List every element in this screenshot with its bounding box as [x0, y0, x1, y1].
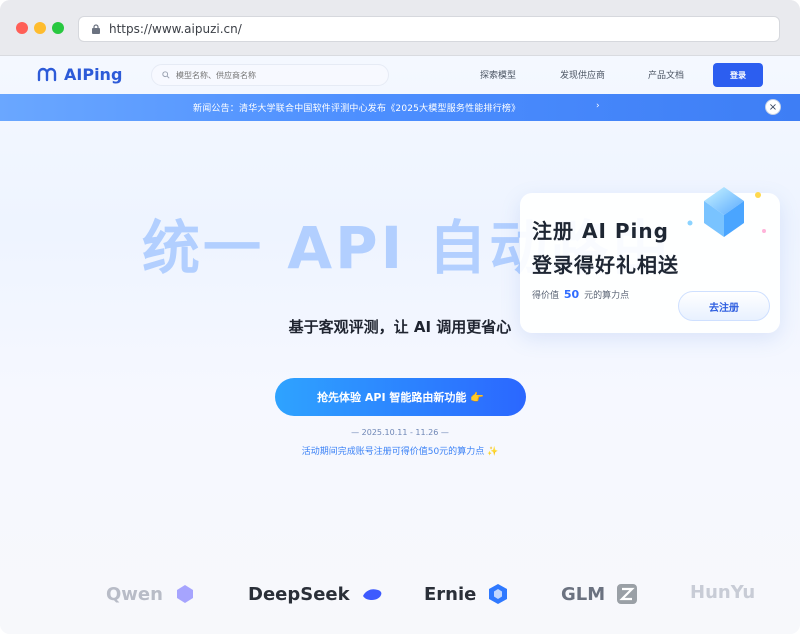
close-icon[interactable]: ×	[765, 99, 781, 115]
top-nav: AIPing 探索模型 发现供应商 产品文档 登录	[0, 56, 800, 94]
chevron-right-icon[interactable]: ›	[596, 101, 600, 111]
announcement-banner[interactable]: 新闻公告：清华大学联合中国软件评测中心发布《2025大模型服务性能排行榜》 › …	[0, 94, 800, 121]
try-api-routing-button[interactable]: 抢先体验 API 智能路由新功能 👉	[275, 378, 526, 416]
popup-note-prefix: 得价值	[532, 291, 560, 301]
browser-toolbar: https://www.aipuzi.cn/	[0, 0, 800, 56]
popup-reward-note: 得价值 50 元的算力点	[532, 288, 629, 301]
partner-glm[interactable]: GLM	[561, 582, 639, 606]
url-text: https://www.aipuzi.cn/	[109, 22, 242, 36]
promo-text: 活动期间完成账号注册可得价值50元的算力点 ✨	[301, 447, 499, 457]
search-icon	[162, 71, 170, 79]
glm-logo-icon	[617, 584, 638, 604]
nav-explore-models[interactable]: 探索模型	[480, 68, 516, 81]
browser-window: https://www.aipuzi.cn/ AIPing 探索模型 发现供应商…	[0, 0, 800, 634]
search-box[interactable]	[151, 64, 389, 86]
lock-icon	[92, 24, 100, 34]
close-window-button[interactable]	[16, 22, 28, 34]
brand-logo[interactable]: AIPing	[36, 65, 122, 84]
popup-note-suffix: 元的算力点	[584, 291, 630, 301]
partner-logos-row: Qwen DeepSeek Ernie GLM HunYu	[0, 576, 800, 616]
partner-deepseek[interactable]: DeepSeek	[248, 582, 384, 606]
search-input[interactable]	[176, 70, 376, 80]
brand-name: AIPing	[64, 65, 123, 84]
announcement-text[interactable]: 新闻公告：清华大学联合中国软件评测中心发布《2025大模型服务性能排行榜》	[193, 101, 520, 114]
login-button[interactable]: 登录	[713, 63, 763, 87]
partner-qwen[interactable]: Qwen	[106, 582, 197, 606]
address-bar[interactable]: https://www.aipuzi.cn/	[78, 16, 780, 42]
aiping-logo-icon	[37, 67, 57, 81]
partner-name: DeepSeek	[248, 583, 350, 605]
go-register-button[interactable]: 去注册	[678, 291, 770, 321]
nav-discover-providers[interactable]: 发现供应商	[560, 68, 605, 81]
partner-name: Qwen	[106, 583, 163, 605]
popup-title-line1: 注册 AI Ping	[532, 219, 669, 243]
maximize-window-button[interactable]	[52, 22, 64, 34]
partner-name: Ernie	[424, 583, 477, 605]
partner-name: HunYu	[690, 582, 756, 603]
deepseek-logo-icon	[362, 589, 381, 600]
popup-note-value: 50	[563, 288, 580, 301]
partner-ernie[interactable]: Ernie	[424, 582, 510, 606]
ernie-logo-icon	[489, 584, 508, 604]
web-page: AIPing 探索模型 发现供应商 产品文档 登录 新闻公告：清华大学联合中国软…	[0, 56, 800, 634]
gift-illustration-icon	[687, 187, 766, 237]
nav-product-docs[interactable]: 产品文档	[648, 68, 684, 81]
partner-name: GLM	[561, 583, 606, 605]
qwen-logo-icon	[176, 585, 193, 603]
promo-date-range: — 2025.10.11 - 11.26 —	[351, 428, 449, 437]
partner-hunyuan[interactable]: HunYu	[690, 582, 755, 603]
minimize-window-button[interactable]	[34, 22, 46, 34]
popup-title-line2: 登录得好礼相送	[532, 253, 679, 277]
hero-section: 统一 API 自动路由 基于客观评测，让 AI 调用更省心 抢先体验 API 智…	[0, 121, 800, 561]
